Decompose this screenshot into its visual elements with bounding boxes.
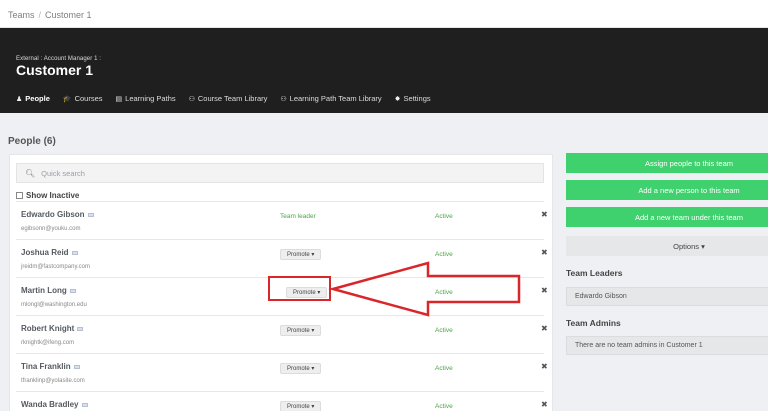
team-leader-item: Edwardo Gibson <box>566 287 768 306</box>
add-person-button[interactable]: Add a new person to this team <box>566 180 768 200</box>
assign-people-button[interactable]: Assign people to this team <box>566 153 768 173</box>
button-label: Add a new person to this team <box>638 185 740 195</box>
button-label: Assign people to this team <box>645 158 733 168</box>
button-label: Options ▾ <box>673 241 705 251</box>
button-label: Add a new team under this team <box>635 212 743 222</box>
add-team-button[interactable]: Add a new team under this team <box>566 207 768 227</box>
team-leaders-title: Team Leaders <box>566 268 623 278</box>
team-admins-empty: There are no team admins in Customer 1 <box>566 336 768 355</box>
options-dropdown[interactable]: Options ▾ <box>566 236 768 256</box>
team-admins-title: Team Admins <box>566 318 621 328</box>
